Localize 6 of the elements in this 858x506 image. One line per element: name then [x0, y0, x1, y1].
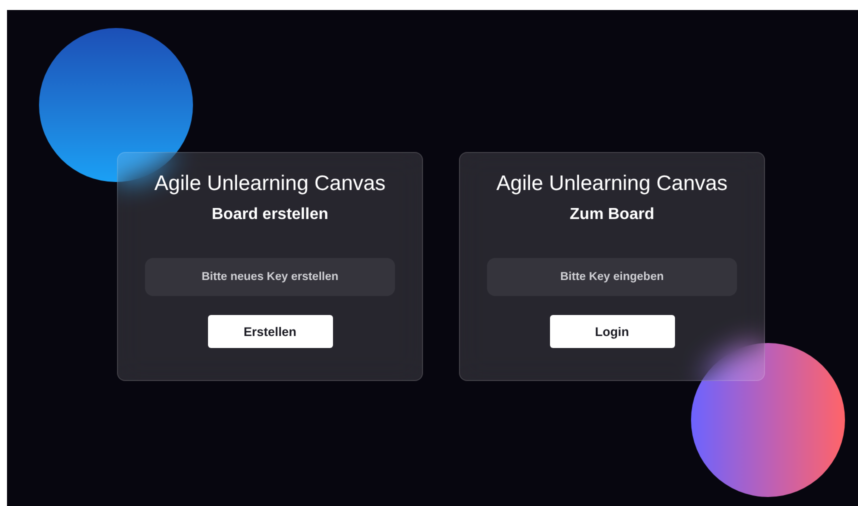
card-title: Agile Unlearning Canvas — [496, 171, 728, 197]
submit-button[interactable]: Erstellen — [208, 315, 332, 348]
card-title: Agile Unlearning Canvas — [154, 171, 386, 197]
card-subtitle: Zum Board — [570, 205, 654, 225]
submit-button[interactable]: Login — [550, 315, 674, 348]
card-subtitle: Board erstellen — [212, 205, 328, 225]
